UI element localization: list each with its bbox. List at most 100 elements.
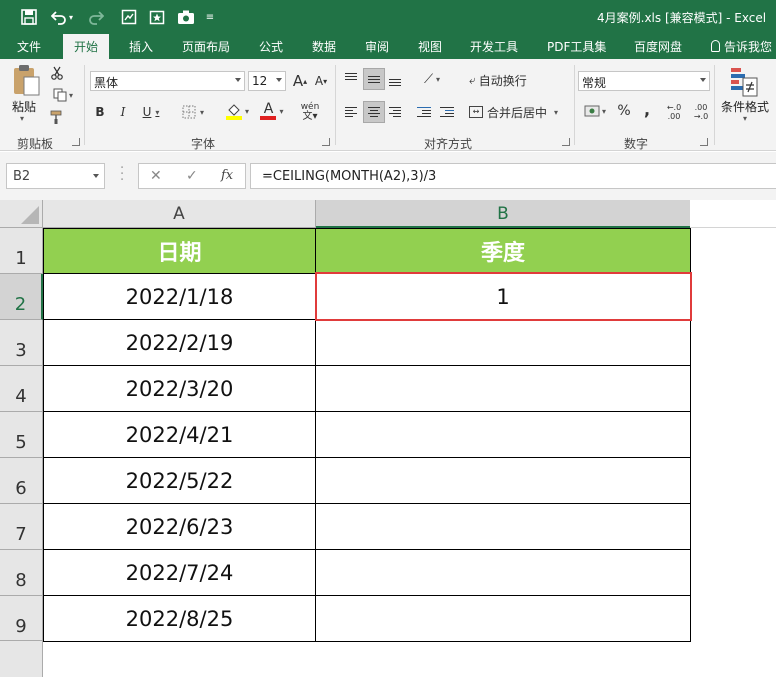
font-name-select[interactable]: 黑体 xyxy=(90,71,245,91)
fill-color-button[interactable]: ▾ xyxy=(220,101,254,121)
font-color-button[interactable]: A ▾ xyxy=(256,101,288,121)
tell-me-search[interactable]: 告诉我您 xyxy=(711,38,772,55)
cell-a3[interactable]: 2022/2/19 xyxy=(43,320,316,366)
cut-icon[interactable] xyxy=(48,65,66,81)
row-header-2[interactable]: 2 xyxy=(0,274,43,320)
comma-style-button[interactable]: , xyxy=(640,99,654,119)
tab-insert[interactable]: 插入 xyxy=(129,38,153,55)
paste-icon[interactable] xyxy=(10,63,42,97)
merge-center-button[interactable]: ↔ 合并后居中 ▾ xyxy=(469,103,569,121)
header-cell-date[interactable]: 日期 xyxy=(43,228,316,274)
decrease-decimal-button[interactable]: .00 →.0 xyxy=(690,102,712,122)
row-header-8[interactable]: 8 xyxy=(0,550,43,596)
tab-pdf-tools[interactable]: PDF工具集 xyxy=(547,38,606,55)
cell-b6[interactable] xyxy=(316,458,691,504)
clipboard-group-label: 剪贴板 xyxy=(17,137,54,151)
name-box[interactable]: B2 xyxy=(6,163,105,189)
cell-a9[interactable]: 2022/8/25 xyxy=(43,596,316,642)
percent-style-button[interactable]: % xyxy=(615,101,633,121)
undo-dropdown-icon[interactable]: ▾ xyxy=(66,7,76,27)
increase-font-size-button[interactable]: A ▴ xyxy=(292,72,308,90)
orientation-button[interactable]: ⟋ ▾ xyxy=(418,69,446,89)
row-header-3[interactable]: 3 xyxy=(0,320,43,366)
cell-b9[interactable] xyxy=(316,596,691,642)
conditional-format-label[interactable]: 条件格式 xyxy=(721,98,769,115)
row-header-4[interactable]: 4 xyxy=(0,366,43,412)
paste-label[interactable]: 粘贴 xyxy=(12,98,36,115)
row-header-9[interactable]: 9 xyxy=(0,596,43,641)
group-separator xyxy=(714,65,715,145)
align-right-button[interactable] xyxy=(386,102,404,122)
align-bottom-button[interactable] xyxy=(386,69,404,89)
decrease-indent-button[interactable] xyxy=(414,102,434,122)
align-left-button[interactable] xyxy=(342,102,360,122)
font-size-select[interactable]: 12 xyxy=(248,71,286,91)
tab-view[interactable]: 视图 xyxy=(418,38,442,55)
star-box-icon[interactable] xyxy=(147,7,167,27)
tab-review[interactable]: 审阅 xyxy=(365,38,389,55)
camera-icon[interactable] xyxy=(176,7,196,27)
cell-a6[interactable]: 2022/5/22 xyxy=(43,458,316,504)
font-launcher-icon[interactable] xyxy=(322,138,330,146)
insert-function-icon[interactable]: fx xyxy=(221,168,233,183)
italic-button[interactable]: I xyxy=(116,103,130,121)
paste-dropdown-icon[interactable]: ▾ xyxy=(20,114,24,123)
row-header-7[interactable]: 7 xyxy=(0,504,43,550)
column-header-b[interactable]: B xyxy=(316,200,691,228)
align-center-button[interactable] xyxy=(363,101,385,123)
save-icon[interactable] xyxy=(19,7,39,27)
cell-b8[interactable] xyxy=(316,550,691,596)
cell-a7[interactable]: 2022/6/23 xyxy=(43,504,316,550)
tab-data[interactable]: 数据 xyxy=(312,38,336,55)
tab-home[interactable]: 开始 xyxy=(63,34,110,59)
cell-a2[interactable]: 2022/1/18 xyxy=(43,274,316,320)
clipboard-launcher-icon[interactable] xyxy=(72,138,80,146)
number-launcher-icon[interactable] xyxy=(700,138,708,146)
tab-baidu-netdisk[interactable]: 百度网盘 xyxy=(634,38,682,55)
cell-b5[interactable] xyxy=(316,412,691,458)
number-format-select[interactable]: 常规 xyxy=(578,71,710,91)
copy-icon[interactable]: ▾ xyxy=(48,87,78,103)
borders-button[interactable]: ▾ xyxy=(176,103,210,121)
cancel-icon[interactable]: ✕ xyxy=(150,168,162,184)
phonetic-guide-button[interactable]: wén 文▾ xyxy=(297,101,323,123)
conditional-format-icon[interactable] xyxy=(728,65,760,99)
cell-b3[interactable] xyxy=(316,320,691,366)
select-all-button[interactable] xyxy=(0,200,43,228)
number-group-label: 数字 xyxy=(624,137,649,151)
underline-button[interactable]: U ▾ xyxy=(137,103,165,121)
merge-center-icon: ↔ xyxy=(469,106,483,118)
cell-b7[interactable] xyxy=(316,504,691,550)
tab-formulas[interactable]: 公式 xyxy=(259,38,283,55)
tab-developer[interactable]: 开发工具 xyxy=(470,38,518,55)
increase-decimal-button[interactable]: ←.0.00 xyxy=(663,102,685,122)
formula-input[interactable]: =CEILING(MONTH(A2),3)/3 xyxy=(250,163,776,189)
header-cell-quarter[interactable]: 季度 xyxy=(316,228,691,274)
cell-b2[interactable]: 1 xyxy=(316,274,691,320)
increase-indent-button[interactable] xyxy=(437,102,457,122)
cell-a8[interactable]: 2022/7/24 xyxy=(43,550,316,596)
decrease-font-size-button[interactable]: A ▾ xyxy=(313,72,329,90)
wrap-text-button[interactable]: ⤶ 自动换行 xyxy=(469,71,541,89)
screenshot-icon[interactable] xyxy=(119,7,139,27)
tab-file[interactable]: 文件 xyxy=(17,38,41,55)
cell-a4[interactable]: 2022/3/20 xyxy=(43,366,316,412)
cell-b4[interactable] xyxy=(316,366,691,412)
tab-page-layout[interactable]: 页面布局 xyxy=(182,38,230,55)
bold-button[interactable]: B xyxy=(93,103,107,121)
column-header-a[interactable]: A xyxy=(43,200,316,228)
enter-icon[interactable]: ✓ xyxy=(186,168,198,184)
cell-a5[interactable]: 2022/4/21 xyxy=(43,412,316,458)
customize-toolbar-icon[interactable]: ≡ xyxy=(203,7,217,27)
format-painter-icon[interactable] xyxy=(48,109,66,125)
row-header-5[interactable]: 5 xyxy=(0,412,43,458)
accounting-format-button[interactable]: ▾ xyxy=(580,101,610,121)
align-middle-button[interactable] xyxy=(363,68,385,90)
conditional-format-dropdown-icon[interactable]: ▾ xyxy=(743,114,747,123)
row-header-1[interactable]: 1 xyxy=(0,228,43,274)
font-group-label: 字体 xyxy=(191,137,216,151)
row-header-6[interactable]: 6 xyxy=(0,458,43,504)
align-top-button[interactable] xyxy=(342,69,360,89)
redo-icon[interactable] xyxy=(86,7,106,27)
alignment-launcher-icon[interactable] xyxy=(562,138,570,146)
